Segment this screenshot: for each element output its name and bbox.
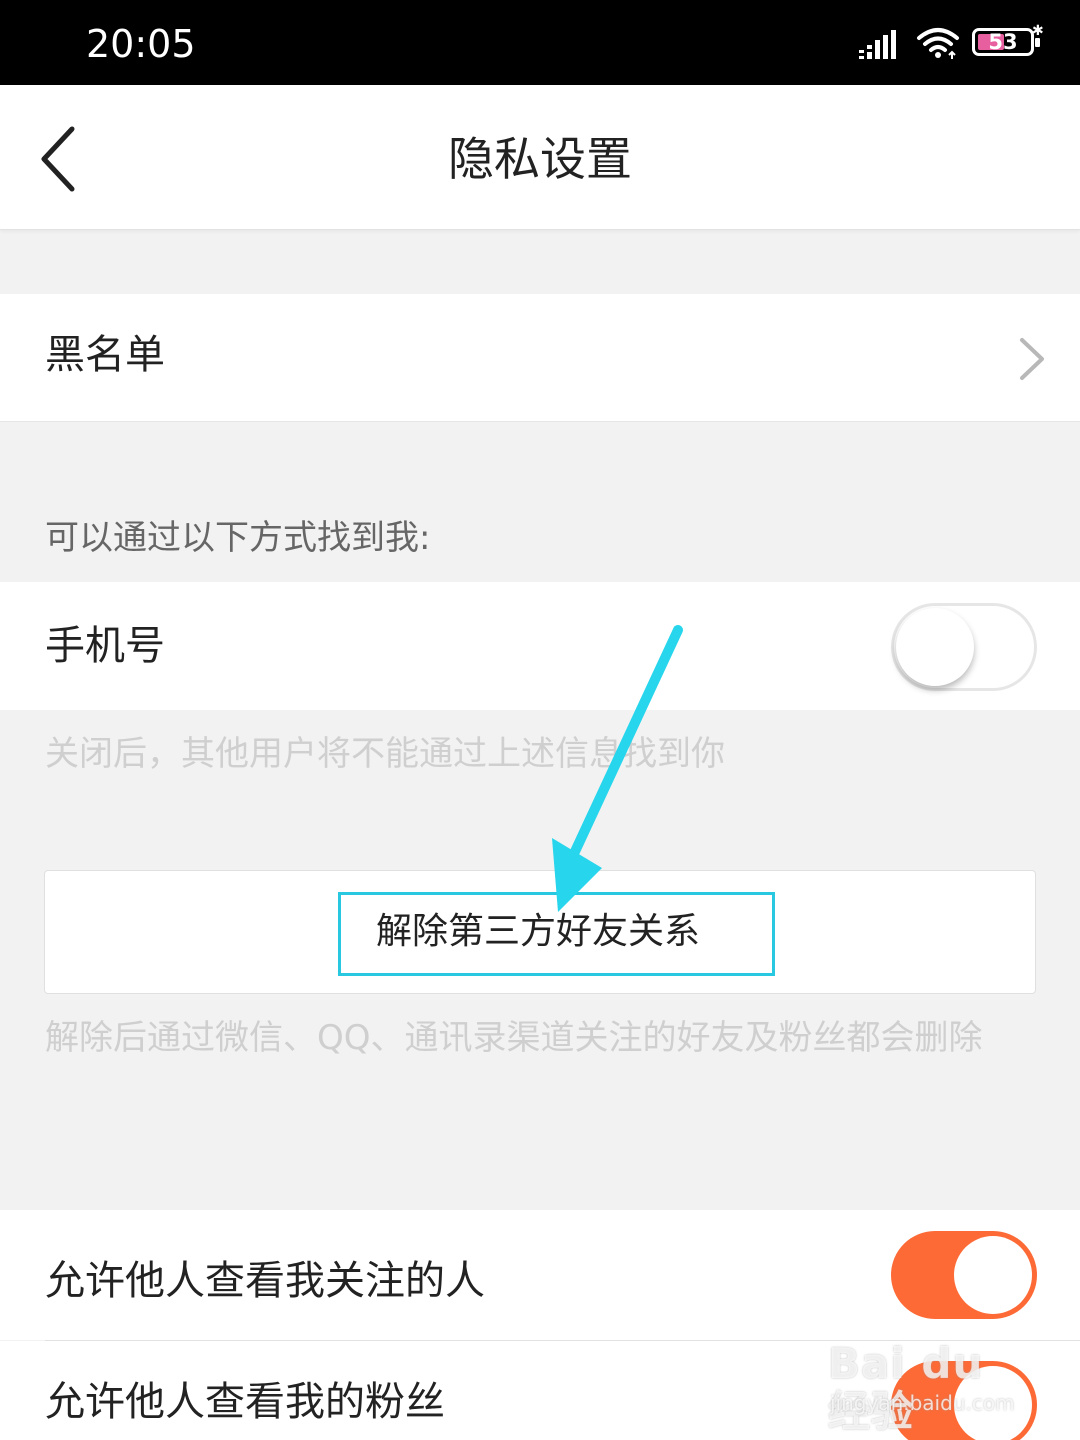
- battery-level: 53: [988, 30, 1018, 54]
- status-bar: 20:05 53 ✱: [0, 0, 1080, 85]
- find-me-section-header: 可以通过以下方式找到我:: [45, 518, 431, 558]
- unbind-hint: 解除后通过微信、QQ、通讯录渠道关注的好友及粉丝都会删除: [45, 1018, 983, 1058]
- phone-label: 手机号: [45, 623, 165, 669]
- toggle-knob: [896, 608, 974, 686]
- toggle-knob: [954, 1236, 1032, 1314]
- wifi-icon: [917, 28, 959, 59]
- chevron-right-icon: [1020, 338, 1044, 380]
- phone-toggle[interactable]: [891, 603, 1037, 691]
- blacklist-row[interactable]: 黑名单: [0, 294, 1080, 422]
- fans-visibility-label: 允许他人查看我的粉丝: [45, 1379, 445, 1425]
- watermark: Bai du 经验 jingyan.baidu.com: [828, 1322, 1038, 1436]
- nav-bar: 隐私设置: [0, 85, 1080, 230]
- charge-icon: ✱: [1032, 23, 1044, 39]
- following-visibility-toggle[interactable]: [891, 1231, 1037, 1319]
- page-title: 隐私设置: [448, 132, 632, 186]
- pointer-arrow-icon: [552, 625, 683, 912]
- signal-icon: [859, 30, 896, 59]
- watermark-brand: Bai du 经验: [828, 1339, 984, 1436]
- status-time: 20:05: [86, 22, 196, 66]
- blacklist-label: 黑名单: [45, 332, 165, 378]
- following-visibility-label: 允许他人查看我关注的人: [45, 1258, 485, 1304]
- watermark-url: jingyan.baidu.com: [830, 1391, 1015, 1415]
- battery-icon: 53: [972, 28, 1040, 56]
